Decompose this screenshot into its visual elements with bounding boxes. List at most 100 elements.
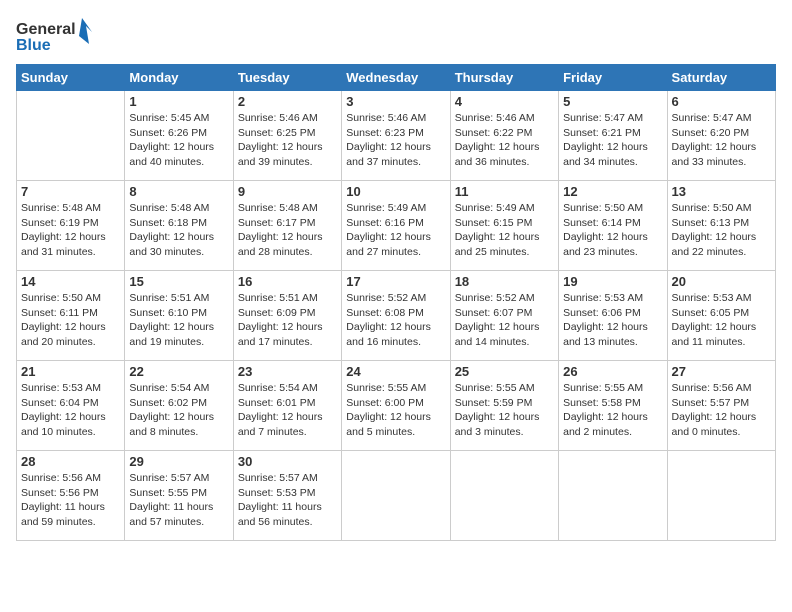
day-info: Sunrise: 5:54 AMSunset: 6:01 PMDaylight:… bbox=[238, 381, 337, 440]
day-info: Sunrise: 5:47 AMSunset: 6:21 PMDaylight:… bbox=[563, 111, 662, 170]
day-info: Sunrise: 5:57 AMSunset: 5:55 PMDaylight:… bbox=[129, 471, 228, 530]
calendar-cell: 23 Sunrise: 5:54 AMSunset: 6:01 PMDayligh… bbox=[233, 361, 341, 451]
day-info: Sunrise: 5:51 AMSunset: 6:10 PMDaylight:… bbox=[129, 291, 228, 350]
calendar-cell: 8 Sunrise: 5:48 AMSunset: 6:18 PMDaylight… bbox=[125, 181, 233, 271]
calendar-cell: 19 Sunrise: 5:53 AMSunset: 6:06 PMDayligh… bbox=[559, 271, 667, 361]
calendar-cell bbox=[559, 451, 667, 541]
day-info: Sunrise: 5:57 AMSunset: 5:53 PMDaylight:… bbox=[238, 471, 337, 530]
day-info: Sunrise: 5:49 AMSunset: 6:15 PMDaylight:… bbox=[455, 201, 554, 260]
calendar-cell: 13 Sunrise: 5:50 AMSunset: 6:13 PMDayligh… bbox=[667, 181, 775, 271]
calendar-cell: 7 Sunrise: 5:48 AMSunset: 6:19 PMDaylight… bbox=[17, 181, 125, 271]
weekday-header-tuesday: Tuesday bbox=[233, 65, 341, 91]
day-number: 26 bbox=[563, 364, 662, 379]
calendar-cell: 20 Sunrise: 5:53 AMSunset: 6:05 PMDayligh… bbox=[667, 271, 775, 361]
calendar-cell: 17Sunrise: 5:52 AMSunset: 6:08 PMDayligh… bbox=[342, 271, 450, 361]
day-number: 6 bbox=[672, 94, 771, 109]
day-info: Sunrise: 5:48 AMSunset: 6:17 PMDaylight:… bbox=[238, 201, 337, 260]
logo-svg: GeneralBlue bbox=[16, 16, 96, 56]
day-info: Sunrise: 5:56 AMSunset: 5:57 PMDaylight:… bbox=[672, 381, 771, 440]
calendar-cell: 1 Sunrise: 5:45 AMSunset: 6:26 PMDaylight… bbox=[125, 91, 233, 181]
day-info: Sunrise: 5:49 AMSunset: 6:16 PMDaylight:… bbox=[346, 201, 445, 260]
day-number: 11 bbox=[455, 184, 554, 199]
day-number: 18 bbox=[455, 274, 554, 289]
day-info: Sunrise: 5:50 AMSunset: 6:11 PMDaylight:… bbox=[21, 291, 120, 350]
day-number: 27 bbox=[672, 364, 771, 379]
day-number: 24 bbox=[346, 364, 445, 379]
day-number: 1 bbox=[129, 94, 228, 109]
calendar-cell bbox=[17, 91, 125, 181]
calendar-cell: 10 Sunrise: 5:49 AMSunset: 6:16 PMDayligh… bbox=[342, 181, 450, 271]
day-info: Sunrise: 5:53 AMSunset: 6:04 PMDaylight:… bbox=[21, 381, 120, 440]
day-number: 13 bbox=[672, 184, 771, 199]
day-number: 7 bbox=[21, 184, 120, 199]
day-info: Sunrise: 5:47 AMSunset: 6:20 PMDaylight:… bbox=[672, 111, 771, 170]
day-number: 30 bbox=[238, 454, 337, 469]
day-number: 10 bbox=[346, 184, 445, 199]
calendar-cell: 3 Sunrise: 5:46 AMSunset: 6:23 PMDaylight… bbox=[342, 91, 450, 181]
day-number: 25 bbox=[455, 364, 554, 379]
day-number: 3 bbox=[346, 94, 445, 109]
day-number: 4 bbox=[455, 94, 554, 109]
weekday-header-wednesday: Wednesday bbox=[342, 65, 450, 91]
day-number: 20 bbox=[672, 274, 771, 289]
calendar-cell: 15Sunrise: 5:51 AMSunset: 6:10 PMDayligh… bbox=[125, 271, 233, 361]
day-info: Sunrise: 5:48 AMSunset: 6:19 PMDaylight:… bbox=[21, 201, 120, 260]
day-info: Sunrise: 5:46 AMSunset: 6:25 PMDaylight:… bbox=[238, 111, 337, 170]
day-number: 29 bbox=[129, 454, 228, 469]
calendar-cell: 30 Sunrise: 5:57 AMSunset: 5:53 PMDayligh… bbox=[233, 451, 341, 541]
calendar-cell: 27 Sunrise: 5:56 AMSunset: 5:57 PMDayligh… bbox=[667, 361, 775, 451]
calendar-cell: 12Sunrise: 5:50 AMSunset: 6:14 PMDayligh… bbox=[559, 181, 667, 271]
calendar-cell: 6 Sunrise: 5:47 AMSunset: 6:20 PMDaylight… bbox=[667, 91, 775, 181]
day-info: Sunrise: 5:46 AMSunset: 6:23 PMDaylight:… bbox=[346, 111, 445, 170]
day-number: 14 bbox=[21, 274, 120, 289]
calendar-cell: 9Sunrise: 5:48 AMSunset: 6:17 PMDaylight… bbox=[233, 181, 341, 271]
calendar-cell: 21 Sunrise: 5:53 AMSunset: 6:04 PMDayligh… bbox=[17, 361, 125, 451]
day-number: 28 bbox=[21, 454, 120, 469]
day-number: 21 bbox=[21, 364, 120, 379]
calendar-cell bbox=[342, 451, 450, 541]
calendar-table: SundayMondayTuesdayWednesdayThursdayFrid… bbox=[16, 64, 776, 541]
calendar-week-3: 14 Sunrise: 5:50 AMSunset: 6:11 PMDayligh… bbox=[17, 271, 776, 361]
day-number: 8 bbox=[129, 184, 228, 199]
day-info: Sunrise: 5:54 AMSunset: 6:02 PMDaylight:… bbox=[129, 381, 228, 440]
day-info: Sunrise: 5:53 AMSunset: 6:05 PMDaylight:… bbox=[672, 291, 771, 350]
page-header: GeneralBlue bbox=[16, 16, 776, 56]
day-number: 19 bbox=[563, 274, 662, 289]
day-number: 2 bbox=[238, 94, 337, 109]
day-info: Sunrise: 5:48 AMSunset: 6:18 PMDaylight:… bbox=[129, 201, 228, 260]
calendar-cell: 2 Sunrise: 5:46 AMSunset: 6:25 PMDaylight… bbox=[233, 91, 341, 181]
day-info: Sunrise: 5:55 AMSunset: 6:00 PMDaylight:… bbox=[346, 381, 445, 440]
calendar-cell: 25 Sunrise: 5:55 AMSunset: 5:59 PMDayligh… bbox=[450, 361, 558, 451]
calendar-week-1: 1 Sunrise: 5:45 AMSunset: 6:26 PMDaylight… bbox=[17, 91, 776, 181]
calendar-cell: 22 Sunrise: 5:54 AMSunset: 6:02 PMDayligh… bbox=[125, 361, 233, 451]
day-number: 22 bbox=[129, 364, 228, 379]
day-info: Sunrise: 5:50 AMSunset: 6:14 PMDaylight:… bbox=[563, 201, 662, 260]
day-info: Sunrise: 5:52 AMSunset: 6:07 PMDaylight:… bbox=[455, 291, 554, 350]
calendar-cell: 29 Sunrise: 5:57 AMSunset: 5:55 PMDayligh… bbox=[125, 451, 233, 541]
weekday-header-friday: Friday bbox=[559, 65, 667, 91]
day-info: Sunrise: 5:45 AMSunset: 6:26 PMDaylight:… bbox=[129, 111, 228, 170]
weekday-header-sunday: Sunday bbox=[17, 65, 125, 91]
weekday-header-saturday: Saturday bbox=[667, 65, 775, 91]
calendar-cell: 14 Sunrise: 5:50 AMSunset: 6:11 PMDayligh… bbox=[17, 271, 125, 361]
day-info: Sunrise: 5:51 AMSunset: 6:09 PMDaylight:… bbox=[238, 291, 337, 350]
day-info: Sunrise: 5:56 AMSunset: 5:56 PMDaylight:… bbox=[21, 471, 120, 530]
calendar-cell: 28 Sunrise: 5:56 AMSunset: 5:56 PMDayligh… bbox=[17, 451, 125, 541]
calendar-cell: 24 Sunrise: 5:55 AMSunset: 6:00 PMDayligh… bbox=[342, 361, 450, 451]
day-number: 23 bbox=[238, 364, 337, 379]
day-info: Sunrise: 5:53 AMSunset: 6:06 PMDaylight:… bbox=[563, 291, 662, 350]
calendar-cell: 5 Sunrise: 5:47 AMSunset: 6:21 PMDaylight… bbox=[559, 91, 667, 181]
logo: GeneralBlue bbox=[16, 16, 96, 56]
day-info: Sunrise: 5:55 AMSunset: 5:59 PMDaylight:… bbox=[455, 381, 554, 440]
weekday-header-thursday: Thursday bbox=[450, 65, 558, 91]
day-info: Sunrise: 5:46 AMSunset: 6:22 PMDaylight:… bbox=[455, 111, 554, 170]
calendar-cell: 11 Sunrise: 5:49 AMSunset: 6:15 PMDayligh… bbox=[450, 181, 558, 271]
weekday-header-row: SundayMondayTuesdayWednesdayThursdayFrid… bbox=[17, 65, 776, 91]
calendar-week-4: 21 Sunrise: 5:53 AMSunset: 6:04 PMDayligh… bbox=[17, 361, 776, 451]
calendar-cell bbox=[450, 451, 558, 541]
calendar-cell bbox=[667, 451, 775, 541]
day-number: 5 bbox=[563, 94, 662, 109]
day-info: Sunrise: 5:50 AMSunset: 6:13 PMDaylight:… bbox=[672, 201, 771, 260]
calendar-cell: 26Sunrise: 5:55 AMSunset: 5:58 PMDayligh… bbox=[559, 361, 667, 451]
weekday-header-monday: Monday bbox=[125, 65, 233, 91]
